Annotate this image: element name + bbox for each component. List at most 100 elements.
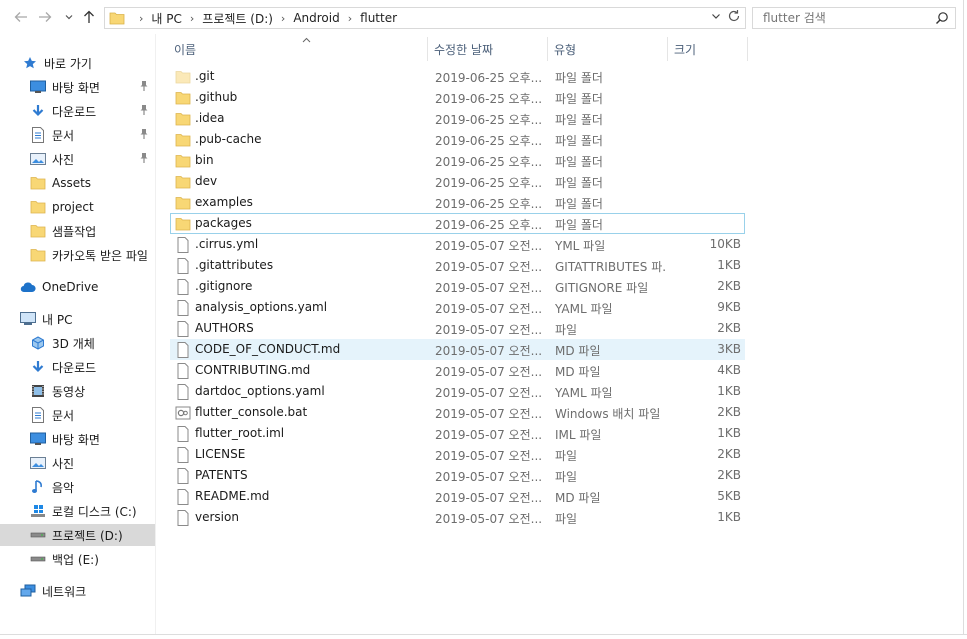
sidebar-item[interactable]: 내 PC [0,308,155,330]
up-button[interactable] [80,8,98,26]
pin-icon [139,128,149,140]
address-bar[interactable]: › 내 PC › 프로젝트 (D:) › Android › flutter [104,7,746,29]
file-row[interactable]: .gitignore 2019-05-07 오전... GITIGNORE 파일 2K… [170,276,745,297]
file-type: YAML 파일 [555,386,613,400]
chevron-down-icon [712,14,720,19]
file-date-modified: 2019-06-25 오후... [435,92,543,106]
back-button[interactable] [12,8,30,26]
file-date-modified: 2019-06-25 오후... [435,197,543,211]
address-history-dropdown[interactable] [711,11,721,24]
file-size: 1KB [717,384,741,398]
sidebar-item[interactable]: 동영상 [0,380,155,402]
folder-icon [30,247,46,263]
forward-button[interactable] [36,8,54,26]
network-icon [20,583,36,599]
file-size: 4KB [717,363,741,377]
file-row[interactable]: examples 2019-06-25 오후... 파일 폴더 [170,192,745,213]
column-header-date[interactable]: 수정한 날짜 [428,37,548,61]
file-date-modified: 2019-05-07 오전... [435,365,543,379]
file-type: 파일 폴더 [555,197,603,211]
sidebar-item[interactable]: 사진 [0,148,155,170]
file-row[interactable]: dartdoc_options.yaml 2019-05-07 오전... YAML… [170,381,745,402]
sidebar-item[interactable]: 프로젝트 (D:) [0,524,155,546]
file-row[interactable]: .github 2019-06-25 오후... 파일 폴더 [170,87,745,108]
file-row[interactable]: flutter_console.bat 2019-05-07 오전... Windo… [170,402,745,423]
sidebar-item[interactable]: 카카오톡 받은 파일 [0,244,155,266]
sidebar-item[interactable]: 사진 [0,452,155,474]
file-row[interactable]: .pub-cache 2019-06-25 오후... 파일 폴더 [170,129,745,150]
sidebar-item[interactable]: 바탕 화면 [0,76,155,98]
sidebar-item[interactable]: 백업 (E:) [0,548,155,570]
file-date-modified: 2019-06-25 오후... [435,155,543,169]
file-type: 파일 폴더 [555,71,603,85]
breadcrumb-android[interactable]: Android [293,11,339,25]
search-input[interactable] [763,11,928,25]
file-row[interactable]: bin 2019-06-25 오후... 파일 폴더 [170,150,745,171]
file-name: CODE_OF_CONDUCT.md [195,342,341,356]
file-row[interactable]: AUTHORS 2019-05-07 오전... 파일 2KB [170,318,745,339]
sidebar-item[interactable]: project [0,196,155,218]
file-row[interactable]: PATENTS 2019-05-07 오전... 파일 2KB [170,465,745,486]
file-row[interactable]: packages 2019-06-25 오후... 파일 폴더 [170,213,745,234]
file-row[interactable]: version 2019-05-07 오전... 파일 1KB [170,507,745,528]
search-icon[interactable] [935,11,949,25]
file-date-modified: 2019-05-07 오전... [435,491,543,505]
file-row[interactable]: CONTRIBUTING.md 2019-05-07 오전... MD 파일 4KB [170,360,745,381]
chevron-down-icon [65,15,73,20]
file-icon [175,510,191,526]
file-date-modified: 2019-05-07 오전... [435,239,543,253]
file-type: MD 파일 [555,365,601,379]
column-header-type[interactable]: 유형 [548,37,668,61]
sidebar-item[interactable]: OneDrive [0,276,155,298]
column-header-size[interactable]: 크기 [668,37,748,61]
sidebar-item[interactable]: Assets [0,172,155,194]
file-size: 5KB [717,489,741,503]
file-row[interactable]: flutter_root.iml 2019-05-07 오전... IML 파일 1K… [170,423,745,444]
folder-icon [175,216,191,232]
file-row[interactable]: .gitattributes 2019-05-07 오전... GITATTRIBU… [170,255,745,276]
file-size: 2KB [717,279,741,293]
sidebar-item-label: 샘플작업 [52,224,97,239]
arrow-left-icon [14,12,27,22]
file-row[interactable]: .cirrus.yml 2019-05-07 오전... YML 파일 10KB [170,234,745,255]
file-row[interactable]: .git 2019-06-25 오후... 파일 폴더 [170,66,745,87]
sidebar-item[interactable]: 네트워크 [0,580,155,602]
folder-icon [175,174,191,190]
refresh-button[interactable] [727,9,741,27]
file-row[interactable]: dev 2019-06-25 오후... 파일 폴더 [170,171,745,192]
sidebar-item[interactable]: 로컬 디스크 (C:) [0,500,155,522]
file-row[interactable]: README.md 2019-05-07 오전... MD 파일 5KB [170,486,745,507]
breadcrumb-flutter[interactable]: flutter [360,11,397,25]
file-name: .github [195,90,238,104]
file-type: 파일 폴더 [555,155,603,169]
file-type: 파일 폴더 [555,134,603,148]
column-header-name[interactable]: 이름 [168,37,428,61]
file-row[interactable]: LICENSE 2019-05-07 오전... 파일 2KB [170,444,745,465]
sidebar-item[interactable]: 문서 [0,404,155,426]
breadcrumb-my-pc[interactable]: 내 PC [151,10,181,27]
recent-locations-button[interactable] [60,8,78,26]
sidebar-item[interactable]: 샘플작업 [0,220,155,242]
sidebar-item[interactable]: 3D 개체 [0,332,155,354]
file-list: 이름 수정한 날짜 유형 크기 .git 2019-06-25 오후... 파일 폴… [156,34,967,634]
sidebar-item[interactable]: 다운로드 [0,356,155,378]
file-type: 파일 폴더 [555,113,603,127]
sidebar-item[interactable]: 음악 [0,476,155,498]
file-name: AUTHORS [195,321,254,335]
file-type: Windows 배치 파일 [555,407,661,421]
folder-icon [175,111,191,127]
file-date-modified: 2019-05-07 오전... [435,512,543,526]
file-icon [175,489,191,505]
file-row[interactable]: analysis_options.yaml 2019-05-07 오전... YAM… [170,297,745,318]
sidebar-item[interactable]: 바로 가기 [0,52,155,74]
sidebar-item-label: 로컬 디스크 (C:) [52,504,137,519]
sidebar-item[interactable]: 문서 [0,124,155,146]
file-row[interactable]: CODE_OF_CONDUCT.md 2019-05-07 오전... MD 파일 3… [170,339,745,360]
sidebar-item[interactable]: 다운로드 [0,100,155,122]
folder-icon [30,223,46,239]
file-date-modified: 2019-06-25 오후... [435,113,543,127]
breadcrumb-project-drive[interactable]: 프로젝트 (D:) [202,10,273,27]
sidebar-item[interactable]: 바탕 화면 [0,428,155,450]
file-date-modified: 2019-06-25 오후... [435,134,543,148]
file-row[interactable]: .idea 2019-06-25 오후... 파일 폴더 [170,108,745,129]
